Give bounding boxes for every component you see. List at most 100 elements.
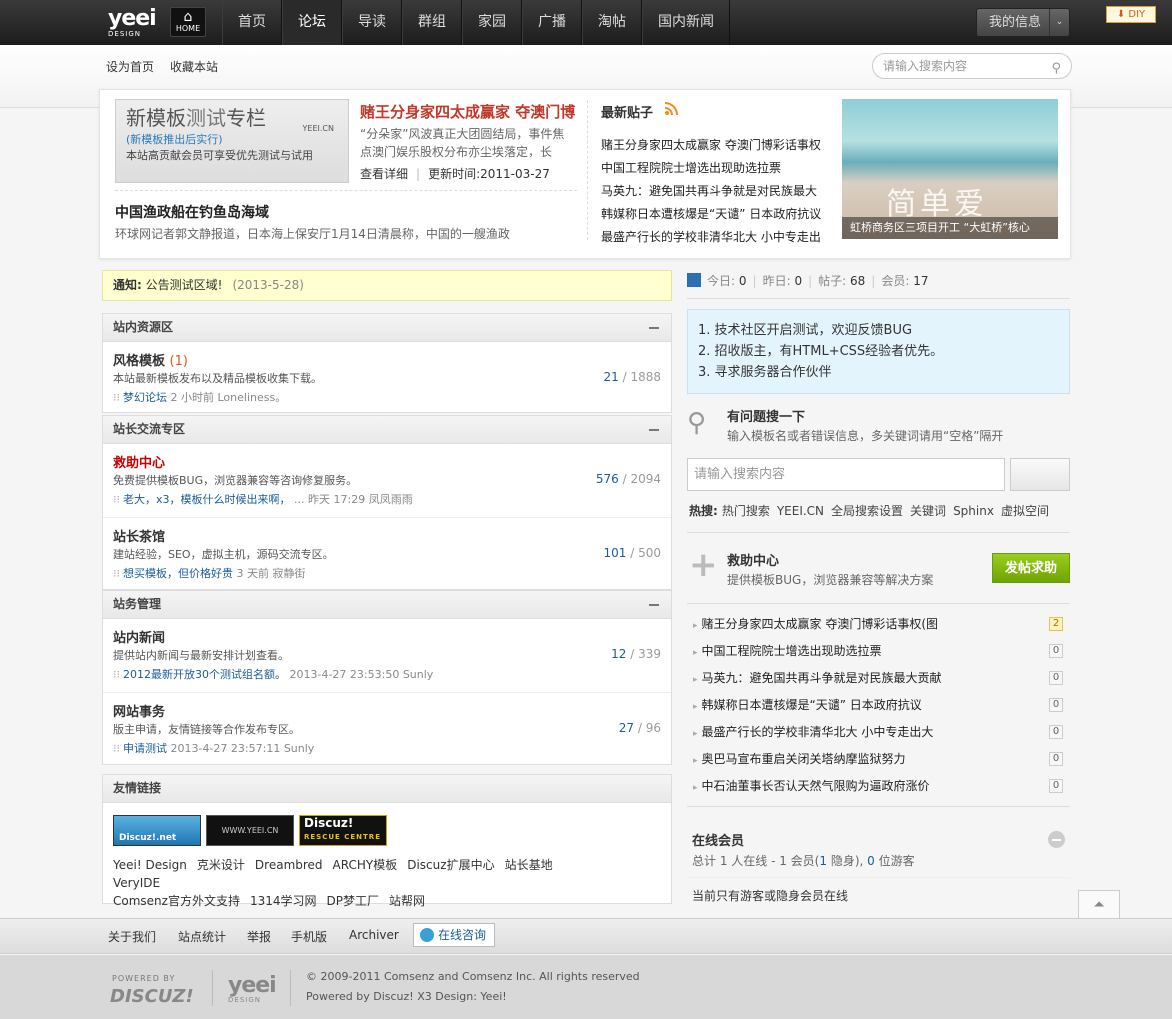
- thread-item[interactable]: ▸ 最盛产行长的学校非清华北大 小中专走出大 0: [693, 722, 1067, 742]
- news-title[interactable]: 中国渔政船在钓鱼岛海域: [115, 202, 269, 222]
- view-detail-link[interactable]: 查看详细: [360, 167, 408, 181]
- discuz-logo[interactable]: DISCUZ!: [110, 986, 194, 1007]
- last-post-link[interactable]: 梦幻论坛: [123, 391, 167, 404]
- latest-post-item[interactable]: 中国工程院院士增选出现助选拉票: [601, 161, 781, 175]
- featured-image[interactable]: 简单爱 虹桥商务区三项目开工 “大虹桥”核心: [842, 99, 1058, 239]
- online-consult-button[interactable]: 在线咨询: [413, 923, 495, 947]
- forum-section-webmaster: 站长交流专区 救助中心 免费提供模板BUG，浏览器兼容等咨询修复服务。 ⁝⁝ 老大…: [102, 415, 672, 590]
- nav-item-space[interactable]: 家园: [462, 0, 522, 45]
- latest-post-item[interactable]: 最盛产行长的学校非清华北大 小中专走出: [601, 230, 821, 244]
- friend-link[interactable]: 站帮网: [389, 892, 425, 910]
- link-badge-yeei[interactable]: WWW.YEEI.CN: [206, 815, 294, 846]
- last-post-link[interactable]: 老大，x3，模板什么时候出来啊，: [123, 493, 291, 506]
- forum-name[interactable]: 站内新闻: [113, 627, 165, 646]
- friend-link[interactable]: DP梦工厂: [327, 892, 379, 910]
- latest-post-item[interactable]: 赌王分身家四太成赢家 夺澳门博彩话事权: [601, 138, 821, 152]
- set-home-link[interactable]: 设为首页: [106, 58, 154, 75]
- search-icon: ⚲: [687, 408, 707, 438]
- thread-item[interactable]: ▸ 中石油董事长否认天然气限购为逼政府涨价 0: [693, 776, 1067, 796]
- footer-logo[interactable]: yeei DESIGN: [228, 975, 277, 1005]
- forum-name[interactable]: 站长茶馆: [113, 526, 165, 545]
- friend-link[interactable]: VeryIDE: [113, 874, 160, 892]
- friend-link[interactable]: 站长基地: [505, 856, 553, 874]
- last-post-link[interactable]: 2012最新开放30个测试组名额。: [123, 668, 286, 681]
- diy-button[interactable]: ⬇ DIY: [1106, 6, 1156, 23]
- latest-posts-title: 最新贴子: [601, 106, 654, 121]
- footer-link-about[interactable]: 关于我们: [108, 928, 156, 945]
- link-badge-rescue[interactable]: Discuz! RESCUE CENTRE: [299, 815, 387, 846]
- friend-link[interactable]: 1314学习网: [250, 892, 317, 910]
- quick-search-button[interactable]: [1010, 458, 1070, 491]
- last-post-link[interactable]: 申请测试: [123, 742, 167, 755]
- friend-link[interactable]: Discuz扩展中心: [407, 856, 494, 874]
- friend-link[interactable]: Yeei! Design: [113, 856, 187, 874]
- bullet-icon: ▸: [693, 756, 698, 766]
- site-stats: 今日: 0 | 昨日: 0 | 帖子: 68 | 会员: 17: [687, 272, 928, 289]
- notice-link[interactable]: 公告测试区域!: [146, 278, 223, 292]
- forum-row: 网站事务 版主申请，友情链接等合作发布专区。 ⁝⁝ 申请测试 2013-4-27 …: [103, 693, 671, 767]
- collapse-icon[interactable]: [649, 327, 659, 329]
- nav-item-collection[interactable]: 淘帖: [582, 0, 642, 45]
- nav-item-domestic-news[interactable]: 国内新闻: [642, 0, 730, 45]
- hot-search-link[interactable]: Sphinx: [953, 504, 994, 518]
- hot-search-link[interactable]: 全局搜索设置: [831, 504, 903, 518]
- thread-item[interactable]: ▸ 韩媒称日本遭核爆是“天谴” 日本政府抗议 0: [693, 695, 1067, 715]
- thread-item[interactable]: ▸ 赌王分身家四太成赢家 夺澳门博彩话事权(图 2: [693, 614, 1067, 634]
- thread-item[interactable]: ▸ 奥巴马宣布重启关闭关塔纳摩监狱努力 0: [693, 749, 1067, 769]
- forum-name[interactable]: 风格模板 (1): [113, 350, 188, 369]
- forum-name[interactable]: 网站事务: [113, 701, 165, 720]
- footer-link-mobile[interactable]: 手机版: [291, 928, 327, 945]
- hot-search-link[interactable]: 热门搜索: [722, 504, 770, 518]
- reply-count-badge: 0: [1049, 779, 1063, 793]
- nav-item-home[interactable]: 首页: [222, 0, 282, 45]
- online-summary: 总计 1 人在线 - 1 会员(1 隐身), 0 位游客: [692, 854, 915, 868]
- nav-item-broadcast[interactable]: 广播: [522, 0, 582, 45]
- search-input[interactable]: 请输入搜索内容 ⚲: [872, 53, 1072, 79]
- latest-post-item[interactable]: 马英九：避免国共再斗争就是对民族最大: [601, 184, 817, 198]
- hot-search-link[interactable]: YEEI.CN: [777, 504, 824, 518]
- footer-link-archiver[interactable]: Archiver: [349, 928, 399, 942]
- friend-links-list: Yeei! Design 克米设计 Dreambred ARCHY模板 Discuz扩展…: [113, 856, 613, 910]
- bookmark-link[interactable]: 收藏本站: [170, 58, 218, 75]
- nav-item-guide[interactable]: 导读: [342, 0, 402, 45]
- help-center-title[interactable]: 救助中心: [727, 550, 779, 569]
- thread-item[interactable]: ▸ 马英九：避免国共再斗争就是对民族最大贡献 0: [693, 668, 1067, 688]
- latest-post-item[interactable]: 韩媒称日本遭核爆是“天谴” 日本政府抗议: [601, 207, 821, 221]
- collapse-icon[interactable]: [649, 604, 659, 606]
- friend-link[interactable]: Dreambred: [255, 856, 323, 874]
- powered-by-label: POWERED BY: [112, 974, 176, 983]
- friend-link[interactable]: 克米设计: [197, 856, 245, 874]
- last-post-link[interactable]: 想买模板，但价格好贵: [123, 567, 233, 580]
- back-to-top-button[interactable]: ⏶: [1078, 890, 1120, 921]
- collapse-icon[interactable]: [649, 429, 659, 431]
- site-logo[interactable]: yeei DESIGN: [108, 8, 158, 39]
- nav-item-group[interactable]: 群组: [402, 0, 462, 45]
- friend-link[interactable]: Comsenz官方外文支持: [113, 892, 240, 910]
- bullet-icon: ▸: [693, 648, 698, 658]
- reply-count-badge: 2: [1049, 617, 1063, 631]
- link-badge-discuz[interactable]: Discuz!.net: [113, 815, 201, 846]
- rss-icon[interactable]: [664, 101, 679, 116]
- home-button[interactable]: ⌂ HOME: [170, 7, 206, 37]
- forum-name[interactable]: 救助中心: [113, 452, 165, 471]
- post-help-button[interactable]: 发帖求助: [992, 553, 1070, 583]
- my-info-dropdown[interactable]: 我的信息 ⌄: [976, 8, 1070, 37]
- hot-search-link[interactable]: 虚拟空间: [1001, 504, 1049, 518]
- footer-link-stats[interactable]: 站点统计: [178, 928, 226, 945]
- nav-item-forum[interactable]: 论坛: [282, 0, 342, 45]
- footer-link-report[interactable]: 举报: [247, 928, 271, 945]
- thread-item[interactable]: ▸ 中国工程院院士增选出现助选拉票 0: [693, 641, 1067, 661]
- forum-row: 风格模板 (1) 本站最新模板发布以及精品模板收集下载。 ⁝⁝ 梦幻论坛 2 小时…: [103, 342, 671, 416]
- search-icon[interactable]: ⚲: [1051, 57, 1061, 81]
- promo-banner[interactable]: 新模板测试专栏 YEEI.CN (新模板推出后实行) 本站高贡献会员可享受优先测…: [115, 99, 349, 183]
- section-title: 友情链接: [113, 781, 162, 795]
- forum-row: 站长茶馆 建站经验，SEO，虚拟主机，源码交流专区。 ⁝⁝ 想买模板，但价格好贵 …: [103, 518, 671, 592]
- hot-search-link[interactable]: 关键词: [910, 504, 946, 518]
- headline-title[interactable]: 赌王分身家四太成赢家 夺澳门博: [360, 101, 575, 122]
- section-title: 站内资源区: [113, 320, 174, 334]
- forum-stats: 27 / 96: [618, 721, 661, 735]
- friend-link[interactable]: ARCHY模板: [333, 856, 398, 874]
- quick-search-input[interactable]: 请输入搜索内容: [687, 458, 1005, 491]
- notice-bar: 通知: 公告测试区域! (2013-5-28): [102, 270, 672, 301]
- collapse-icon[interactable]: [1048, 831, 1065, 848]
